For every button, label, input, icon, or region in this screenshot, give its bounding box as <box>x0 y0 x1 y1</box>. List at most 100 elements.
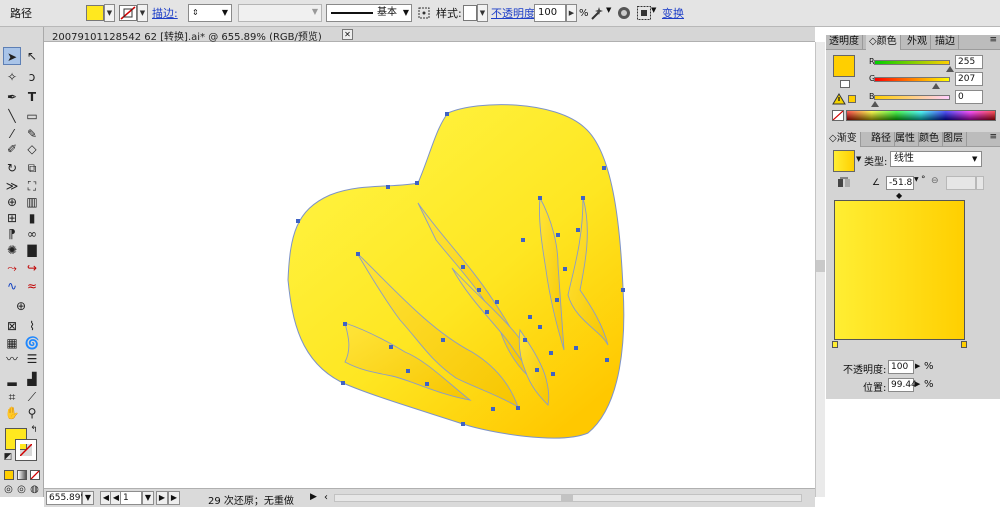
vertical-scrollbar[interactable] <box>815 42 825 497</box>
anchor-point[interactable] <box>341 381 345 385</box>
chevron-down-icon[interactable]: ▼ <box>914 176 919 183</box>
anchor-point[interactable] <box>441 338 445 342</box>
anchor-point[interactable] <box>343 322 347 326</box>
anchor-point[interactable] <box>538 325 542 329</box>
color-fill-swatch[interactable] <box>833 55 855 77</box>
rectangle-icon[interactable]: ▭ <box>23 107 41 125</box>
anchor-point[interactable] <box>563 267 567 271</box>
gradient-preview-swatch[interactable] <box>833 150 855 172</box>
anchor-point[interactable] <box>555 298 559 302</box>
b-value-field[interactable]: 0 <box>955 90 983 104</box>
align-grid-icon[interactable] <box>636 5 652 21</box>
chevron-down-icon[interactable]: ▼ <box>972 155 977 163</box>
convert-anchor-icon[interactable]: ∿ <box>3 277 21 295</box>
panel-menu-icon[interactable]: ≡ <box>989 35 997 45</box>
zoom-icon[interactable]: ⚲ <box>23 404 41 422</box>
opacity-field[interactable]: 100 <box>534 4 566 22</box>
last-artboard-button[interactable]: ▶ <box>168 491 180 505</box>
color-spectrum-bar[interactable] <box>846 110 996 121</box>
lasso-icon[interactable]: ↄ <box>23 68 41 86</box>
smooth-icon[interactable]: ≈ <box>23 277 41 295</box>
anchor-point[interactable] <box>576 228 580 232</box>
anchor-point[interactable] <box>523 338 527 342</box>
anchor-point[interactable] <box>602 166 606 170</box>
dropdown-arrow-icon[interactable]: ▶ <box>915 362 920 370</box>
tab-color[interactable]: ◇颜色 <box>866 35 901 50</box>
fill-swatch[interactable] <box>86 5 104 21</box>
stroke-color-swatch[interactable] <box>15 439 37 461</box>
crosshair-icon[interactable]: ⊕ <box>12 297 30 315</box>
gradient-slider-preview[interactable] <box>834 200 965 340</box>
anchor-point[interactable] <box>389 345 393 349</box>
tab-attributes[interactable]: 属性 <box>892 132 919 147</box>
anchor-point[interactable] <box>516 406 520 410</box>
anchor-point[interactable] <box>445 112 449 116</box>
pen-icon[interactable]: ✒ <box>3 88 21 106</box>
artboard-dropdown[interactable]: ▼ <box>142 491 154 505</box>
style-swatch[interactable] <box>463 5 477 21</box>
b-slider-track[interactable] <box>874 95 950 100</box>
anchor-point[interactable] <box>521 238 525 242</box>
anchor-point[interactable] <box>296 219 300 223</box>
stop-position-field[interactable]: 99.44 <box>888 378 917 392</box>
anchor-point[interactable] <box>621 288 625 292</box>
line-segment-icon[interactable]: ╲ <box>3 107 21 125</box>
magic-wand-icon[interactable]: ✧ <box>3 68 21 86</box>
blob-brush-icon[interactable]: ✐ <box>3 140 21 158</box>
hand-icon[interactable]: ✋ <box>3 404 21 422</box>
stroke-weight-field[interactable]: ⇕ ▼ <box>188 4 232 22</box>
close-icon[interactable]: ✕ <box>342 29 353 40</box>
list-icon[interactable]: ☰ <box>23 350 41 368</box>
reverse-gradient-icon[interactable] <box>837 177 851 189</box>
direct-selection-icon[interactable]: ↖ <box>23 47 41 65</box>
gradient-type-select[interactable]: 线性 <box>890 151 982 167</box>
g-slider-handle[interactable] <box>932 83 940 89</box>
draw-normal-icon[interactable]: ◎ <box>2 483 15 496</box>
anchor-point[interactable] <box>556 233 560 237</box>
tab-layers[interactable]: 图层 <box>940 132 967 147</box>
tab-pathfinder[interactable]: 路径 <box>868 132 895 147</box>
swap-colors-icon[interactable]: ↰ <box>28 424 40 436</box>
opacity-link[interactable]: 不透明度: <box>491 0 539 27</box>
scale-icon[interactable]: ⧉ <box>23 159 41 177</box>
zoom-level-field[interactable]: 655.89% <box>46 491 89 505</box>
document-tab[interactable]: 20079101128542 62 [转换].ai* @ 655.89% (RG… <box>44 27 815 43</box>
anchor-point[interactable] <box>491 407 495 411</box>
anchor-point[interactable] <box>574 346 578 350</box>
anchor-point[interactable] <box>461 422 465 426</box>
g-slider-track[interactable] <box>874 77 950 82</box>
anchor-point[interactable] <box>495 300 499 304</box>
anchor-point[interactable] <box>538 196 542 200</box>
anchor-point[interactable] <box>485 310 489 314</box>
gamut-swatch[interactable] <box>848 95 856 103</box>
anchor-point[interactable] <box>549 351 553 355</box>
color-stroke-swatch[interactable] <box>840 80 850 88</box>
r-slider-handle[interactable] <box>946 66 954 72</box>
anchor-point[interactable] <box>535 368 539 372</box>
rotate-icon[interactable]: ↻ <box>3 159 21 177</box>
heart-petal-artwork[interactable] <box>45 42 815 488</box>
tab-appearance[interactable]: 外观 <box>904 35 931 50</box>
opacity-dropdown[interactable]: ▶ <box>566 4 577 22</box>
gradient-angle-field[interactable]: -51.8 <box>886 176 914 190</box>
artboard-canvas[interactable] <box>45 42 815 488</box>
anchor-point[interactable] <box>415 181 419 185</box>
delete-anchor-icon[interactable]: ↪ <box>23 259 41 277</box>
out-of-gamut-warning-icon[interactable] <box>832 93 846 105</box>
style-dropdown[interactable]: ▼ <box>477 4 488 22</box>
r-value-field[interactable]: 255 <box>955 55 983 69</box>
none-mode-icon[interactable] <box>30 470 40 480</box>
isolate-object-icon[interactable] <box>616 5 632 21</box>
stroke-link[interactable]: 描边: <box>152 0 178 27</box>
anchor-point[interactable] <box>356 252 360 256</box>
gradient-mode-icon[interactable] <box>17 470 27 480</box>
next-artboard-button[interactable]: ▶ <box>156 491 168 505</box>
artboard-number-field[interactable]: 1 <box>120 491 142 505</box>
gradient-stop-end[interactable] <box>961 341 967 348</box>
type-icon[interactable]: T <box>23 88 41 106</box>
anchor-point[interactable] <box>386 185 390 189</box>
slice-icon[interactable]: ⌇ <box>23 317 41 335</box>
eraser-icon[interactable]: ◇ <box>23 140 41 158</box>
zoom-dropdown[interactable]: ▼ <box>82 491 94 505</box>
gradient-midpoint-icon[interactable]: ◆ <box>896 191 902 200</box>
